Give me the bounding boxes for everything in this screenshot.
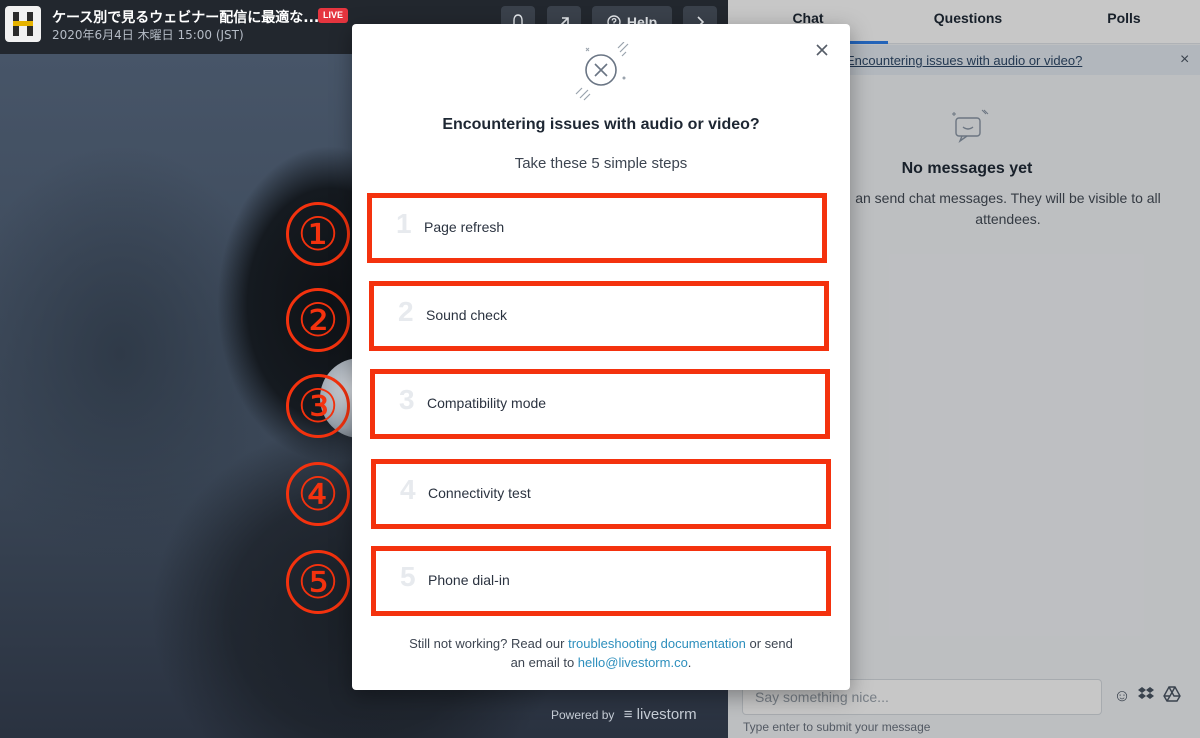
annotation-number-3: ③ <box>286 374 350 438</box>
modal-title: Encountering issues with audio or video? <box>442 116 760 133</box>
step-sound-check[interactable]: 2 Sound check <box>369 281 829 351</box>
step-label: Phone dial-in <box>428 572 510 588</box>
footer-text: an email to <box>510 655 578 670</box>
step-number: 2 <box>398 296 414 327</box>
step-number: 4 <box>400 474 416 505</box>
step-page-refresh[interactable]: 1 Page refresh <box>367 193 827 263</box>
modal-subtitle: Take these 5 simple steps <box>514 155 688 172</box>
modal-footer: Still not working? Read our troubleshoot… <box>352 634 850 672</box>
step-phone-dial-in[interactable]: 5 Phone dial-in <box>371 546 831 616</box>
event-title: ケース別で見るウェビナー配信に最適な... <box>52 10 320 26</box>
step-label: Sound check <box>426 307 507 323</box>
annotation-number-5: ⑤ <box>286 550 350 614</box>
broken-connection-icon <box>575 42 629 101</box>
annotation-number-2: ② <box>286 288 350 352</box>
step-number: 1 <box>396 208 412 239</box>
footer-text: Still not working? Read our <box>409 636 569 651</box>
livestorm-brand: ≡ livestorm <box>623 706 697 723</box>
footer-text: or send <box>745 636 793 651</box>
step-number: 3 <box>399 384 415 415</box>
event-datetime: 2020年6月4日 木曜日 15:00 (JST) <box>52 28 244 42</box>
troubleshoot-modal: Encountering issues with audio or video?… <box>352 24 850 690</box>
step-label: Compatibility mode <box>427 395 547 411</box>
support-email-link[interactable]: hello@livestorm.co <box>578 655 688 670</box>
troubleshooting-link[interactable]: troubleshooting documentation <box>568 636 746 651</box>
footer-text: . <box>687 655 692 670</box>
powered-by-prefix: Powered by <box>551 708 615 722</box>
step-number: 5 <box>400 561 416 592</box>
step-connectivity-test[interactable]: 4 Connectivity test <box>371 459 831 529</box>
step-compatibility-mode[interactable]: 3 Compatibility mode <box>370 369 830 439</box>
livestorm-logo-icon: ≡ <box>623 706 633 723</box>
live-badge: LIVE <box>318 8 349 23</box>
powered-by[interactable]: Powered by ≡ livestorm <box>551 706 697 723</box>
annotation-number-4: ④ <box>286 462 350 526</box>
step-label: Page refresh <box>424 219 505 235</box>
modal-close-button[interactable] <box>812 40 832 60</box>
step-label: Connectivity test <box>428 485 531 501</box>
organizer-logo <box>5 6 41 42</box>
close-icon <box>816 44 828 56</box>
annotation-number-1: ① <box>286 202 350 266</box>
